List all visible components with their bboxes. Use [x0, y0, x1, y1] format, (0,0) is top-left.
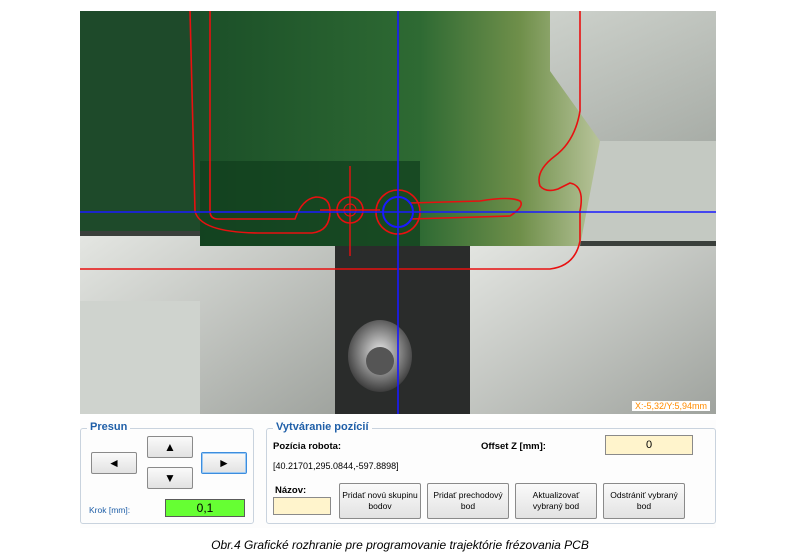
offset-z-label: Offset Z [mm]:	[481, 441, 546, 452]
add-group-button[interactable]: Pridať novú skupinu bodov	[339, 483, 421, 519]
name-input[interactable]	[273, 497, 331, 515]
arrow-left-icon: ◄	[108, 456, 120, 470]
vytvaranie-group: Vytváranie pozícií Pozícia robota: [40.2…	[266, 421, 716, 524]
delete-point-button[interactable]: Odstrániť vybraný bod	[603, 483, 685, 519]
camera-image	[80, 11, 716, 414]
arrow-up-icon: ▲	[164, 440, 176, 454]
arrow-right-icon: ►	[218, 456, 230, 470]
figure-caption: Obr.4 Grafické rozhranie pre programovan…	[211, 538, 589, 552]
move-right-button[interactable]: ►	[201, 452, 247, 474]
move-up-button[interactable]: ▲	[147, 436, 193, 458]
presun-title: Presun	[87, 421, 131, 433]
add-transition-point-button[interactable]: Pridať prechodový bod	[427, 483, 509, 519]
update-point-button[interactable]: Aktualizovať vybraný bod	[515, 483, 597, 519]
coordinate-readout: X:-5,32/Y:5,94mm	[631, 401, 710, 411]
robot-position-value: [40.21701,295.0844,-597.8898]	[273, 461, 399, 471]
move-left-button[interactable]: ◄	[91, 452, 137, 474]
step-label: Krok [mm]:	[89, 505, 131, 515]
arrow-down-icon: ▼	[164, 471, 176, 485]
move-down-button[interactable]: ▼	[147, 467, 193, 489]
robot-position-label: Pozícia robota:	[273, 441, 342, 452]
controls-panel: Presun ▲ ◄ ► ▼ Krok [mm]: 0,1 Vytváranie…	[80, 420, 716, 528]
name-label: Názov:	[275, 485, 307, 496]
vytvaranie-title: Vytváranie pozícií	[273, 421, 372, 433]
offset-z-input[interactable]: 0	[605, 435, 693, 455]
step-input[interactable]: 0,1	[165, 499, 245, 517]
camera-view[interactable]: X:-5,32/Y:5,94mm	[80, 11, 716, 414]
presun-group: Presun ▲ ◄ ► ▼ Krok [mm]: 0,1	[80, 421, 254, 524]
